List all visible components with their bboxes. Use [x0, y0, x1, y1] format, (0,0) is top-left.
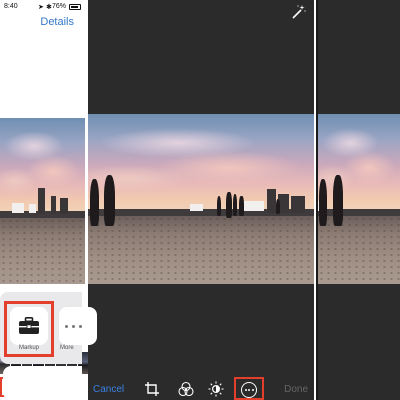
action-sheet-secondary	[3, 366, 82, 400]
location-arrow-icon: ➤	[38, 4, 44, 11]
edit-view-panel: Cancel Done	[88, 0, 314, 400]
ellipsis-icon[interactable]	[59, 307, 97, 345]
cancel-button[interactable]: Cancel	[93, 384, 124, 395]
light-adjust-icon[interactable]	[208, 381, 224, 397]
beach-photo	[88, 114, 314, 284]
beach-photo	[0, 118, 85, 284]
share-sheet-panel	[318, 0, 400, 400]
details-button[interactable]: Details	[40, 16, 74, 28]
battery-icon	[69, 4, 81, 10]
more-icon[interactable]	[234, 377, 264, 400]
crop-rotate-icon[interactable]	[144, 381, 160, 397]
status-time: 8:40	[4, 3, 18, 10]
status-bar: 8:40 ➤ ✱ 76%	[0, 0, 88, 14]
beach-photo	[318, 114, 400, 284]
markup-button[interactable]	[4, 301, 54, 357]
bluetooth-icon: ✱	[46, 4, 52, 11]
more-label: More	[60, 345, 74, 351]
tutorial-composite: 8:40 ➤ ✱ 76% Details Cancel Done Markup …	[0, 0, 400, 400]
filters-icon[interactable]	[178, 381, 194, 397]
done-button[interactable]: Done	[284, 384, 308, 395]
edit-toolbar: Cancel Done	[88, 372, 314, 400]
magic-wand-icon[interactable]	[290, 4, 306, 20]
battery-percent: 76%	[52, 3, 67, 10]
